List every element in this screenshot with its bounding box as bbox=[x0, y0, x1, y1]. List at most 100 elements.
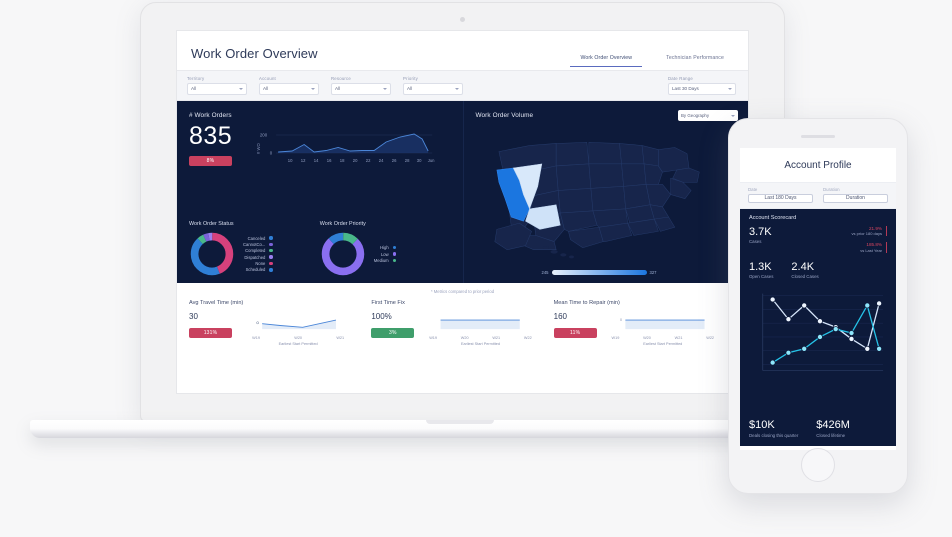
phone-speaker-icon bbox=[801, 135, 835, 138]
legend-item: Completed bbox=[243, 248, 273, 253]
metric-kpi: 160 11% bbox=[553, 312, 600, 339]
tick-label: W20 bbox=[294, 336, 303, 340]
work-order-volume-panel: Work Order Volume By Geography 245 327 bbox=[462, 101, 748, 283]
svg-text:Jun: Jun bbox=[428, 158, 435, 163]
chevron-down-icon bbox=[383, 87, 387, 90]
filter-date-range-label: Date Range bbox=[668, 76, 693, 82]
legend-swatch-icon bbox=[269, 242, 273, 247]
phone-filter-duration-select[interactable]: Duration bbox=[823, 193, 888, 203]
scorecard-comparison-caption: vs Last Year bbox=[860, 247, 882, 253]
work-order-priority-donut-svg bbox=[321, 232, 364, 276]
filter-resource-value: All bbox=[335, 86, 341, 92]
metric-axis-caption: Earliest Start Permitted bbox=[278, 342, 318, 346]
metric-avg-travel-time: Avg Travel Time (min) 30 131% W19 W20 W2… bbox=[189, 300, 371, 346]
svg-text:0: 0 bbox=[620, 318, 622, 322]
phone-screen: Account Profile Date Last 180 Days Durat… bbox=[740, 148, 896, 450]
filter-resource-select[interactable]: All bbox=[331, 82, 391, 95]
filter-territory: Territory All bbox=[187, 76, 247, 95]
filter-territory-value: All bbox=[191, 86, 197, 92]
legend-label: Completed bbox=[245, 248, 266, 254]
map-state-arizona[interactable] bbox=[524, 204, 561, 230]
work-order-priority-legend: High Low Medium bbox=[374, 245, 397, 263]
work-order-status-row: Canceled CannotCo... Completed Dispatche… bbox=[189, 231, 320, 277]
tab-bar: Work Order Overview Technician Performan… bbox=[570, 55, 734, 70]
phone-filter-date-select[interactable]: Last 180 Days bbox=[748, 193, 813, 203]
dashboard-header: Work Order Overview Work Order Overview … bbox=[177, 31, 748, 71]
scorecard-footer: $10K Deals closing this quarter $426M Cl… bbox=[749, 419, 850, 437]
chevron-down-icon bbox=[455, 87, 459, 90]
filter-priority-value: All bbox=[407, 86, 413, 92]
filter-priority-select[interactable]: All bbox=[403, 82, 463, 95]
tick-label: W21 bbox=[492, 336, 501, 340]
metric-value: 30 bbox=[189, 312, 198, 321]
legend-label: Low bbox=[380, 251, 389, 257]
metric-value: 160 bbox=[553, 312, 567, 321]
metric-body: 30 131% W19 W20 W21 Earliest Start Permi… bbox=[189, 312, 361, 346]
map-geography-value: By Geography bbox=[681, 113, 710, 118]
phone-filter-date-label: Date bbox=[748, 187, 758, 192]
metric-kpi: 100% 3% bbox=[371, 312, 417, 339]
filter-priority: Priority All bbox=[403, 76, 463, 95]
metric-ticks: W19 W20 W21 W22 bbox=[417, 336, 543, 340]
legend-swatch-icon bbox=[269, 249, 273, 253]
account-scorecard-title: Account Scorecard bbox=[749, 214, 797, 221]
svg-text:20: 20 bbox=[353, 158, 358, 163]
svg-text:12: 12 bbox=[301, 158, 306, 163]
metrics-row: Avg Travel Time (min) 30 131% W19 W20 W2… bbox=[177, 294, 748, 346]
map-legend-max: 327 bbox=[649, 270, 657, 275]
filter-territory-select[interactable]: All bbox=[187, 82, 247, 95]
work-order-status-title: Work Order Status bbox=[189, 221, 234, 227]
metric-title: Avg Travel Time (min) bbox=[189, 300, 244, 306]
filter-date-range-value: Last 30 Days bbox=[672, 86, 699, 92]
tab-work-order-overview[interactable]: Work Order Overview bbox=[570, 55, 643, 67]
filter-account-select[interactable]: All bbox=[259, 82, 319, 95]
legend-label: Scheduled bbox=[245, 267, 266, 273]
svg-text:200: 200 bbox=[260, 133, 268, 138]
work-order-status-chart: Work Order Status Canceled CannotCo... C… bbox=[189, 221, 320, 277]
legend-item: CannotCo... bbox=[243, 242, 273, 247]
work-order-status-legend: Canceled CannotCo... Completed Dispatche… bbox=[243, 235, 273, 273]
work-orders-sparkline: # WO 200 0 10 12 14 16 18 20 22 24 26 28… bbox=[232, 123, 450, 173]
svg-text:24: 24 bbox=[379, 158, 384, 163]
metric-kpi: 30 131% bbox=[189, 312, 235, 339]
scorecard-open-cases: 1.3K Open Cases bbox=[749, 261, 773, 279]
legend-swatch-icon bbox=[392, 245, 397, 250]
svg-text:0: 0 bbox=[270, 151, 273, 156]
metric-chart: 0 W19 W20 W21 W22 Earliest Start Permitt… bbox=[600, 312, 726, 346]
legend-item: None bbox=[243, 261, 273, 266]
filter-account-value: All bbox=[263, 86, 269, 92]
scorecard-deals-quarter: $10K Deals closing this quarter bbox=[749, 419, 798, 437]
chevron-down-icon bbox=[311, 87, 315, 90]
phone-filter-duration-label: Duration bbox=[823, 187, 840, 192]
phone-home-button[interactable] bbox=[801, 448, 835, 482]
metric-body: 100% 3% W19 W20 W21 W22 Earliest Start P… bbox=[371, 312, 543, 346]
legend-swatch-icon bbox=[269, 261, 273, 266]
phone-mockup: Account Profile Date Last 180 Days Durat… bbox=[728, 118, 908, 494]
map-state-hawaii bbox=[542, 246, 574, 259]
scorecard-comparison: 21.9% vs prior 180 days bbox=[851, 225, 887, 236]
filter-priority-label: Priority bbox=[403, 76, 418, 82]
dashboard-panels: # Work Orders 835 8% # WO 200 0 10 12 14… bbox=[177, 101, 748, 283]
legend-label: None bbox=[255, 261, 266, 267]
laptop-camera-icon bbox=[460, 17, 465, 22]
tab-technician-performance[interactable]: Technician Performance bbox=[656, 55, 734, 67]
metric-first-time-fix: First Time Fix 100% 3% W19 W20 W21 W22 E… bbox=[371, 300, 553, 346]
work-orders-panel: # Work Orders 835 8% # WO 200 0 10 12 14… bbox=[177, 101, 463, 283]
legend-swatch-icon bbox=[269, 268, 273, 272]
scorecard-comparison-pct: 185.8% bbox=[866, 242, 882, 247]
legend-swatch-icon bbox=[392, 252, 397, 256]
map-color-legend: 245 327 bbox=[542, 270, 657, 275]
legend-label: Canceled bbox=[247, 235, 266, 241]
metric-badge: 11% bbox=[553, 328, 597, 338]
legend-item: Low bbox=[374, 251, 397, 257]
tick-label: W20 bbox=[460, 336, 469, 340]
legend-label: High bbox=[380, 245, 389, 251]
filter-date-range-select[interactable]: Last 30 Days bbox=[668, 82, 736, 95]
metric-badge: 131% bbox=[189, 328, 232, 338]
scorecard-open-cases-value: 1.3K bbox=[749, 260, 772, 273]
tick-label: W21 bbox=[336, 336, 345, 340]
tick-label: W22 bbox=[523, 336, 532, 340]
chevron-down-icon bbox=[728, 87, 732, 90]
tick-label: W19 bbox=[611, 336, 620, 340]
scorecard-comparison-caption: vs prior 180 days bbox=[851, 231, 882, 236]
